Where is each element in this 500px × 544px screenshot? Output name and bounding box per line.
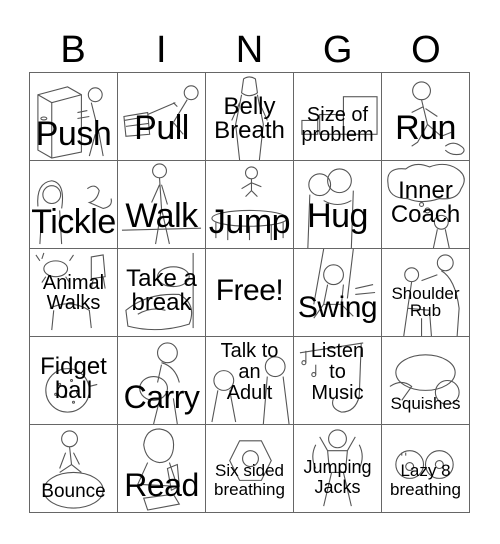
bingo-cell-tickle[interactable]: Tickle xyxy=(30,161,118,249)
cell-label: Walk xyxy=(125,197,198,235)
cell-label: Take a break xyxy=(126,265,197,316)
free-space-label: Free! xyxy=(215,274,284,307)
bingo-cell-listen-to-music[interactable]: Listen to Music xyxy=(294,337,382,425)
cell-label: Pull xyxy=(134,109,189,147)
bingo-cell-six-sided-breathing[interactable]: Six sided breathing xyxy=(206,425,294,513)
bingo-cell-fidget-ball[interactable]: Fidget ball xyxy=(30,337,118,425)
cell-label: Read xyxy=(124,467,199,503)
bingo-cell-belly-breath[interactable]: Belly Breath xyxy=(206,73,294,161)
header-letter-i: I xyxy=(156,29,167,71)
bingo-cell-squishes[interactable]: Squishes xyxy=(382,337,470,425)
cell-label: Fidget ball xyxy=(40,353,107,404)
header-letter-g: G xyxy=(322,29,353,71)
bingo-cell-shoulder-rub[interactable]: Shoulder Rub xyxy=(382,249,470,337)
bingo-cell-walk[interactable]: Walk xyxy=(118,161,206,249)
bingo-cell-carry[interactable]: Carry xyxy=(118,337,206,425)
header-letter-o: O xyxy=(411,29,441,71)
bingo-cell-size-of-problem[interactable]: Size of problem xyxy=(294,73,382,161)
cell-label: Push xyxy=(35,115,112,153)
bingo-header: B I N G O xyxy=(29,28,470,72)
cell-label: Belly Breath xyxy=(214,93,285,144)
cell-label: Swing xyxy=(297,291,378,324)
bingo-cell-inner-coach[interactable]: Inner Coach xyxy=(382,161,470,249)
cell-label: Run xyxy=(395,109,456,147)
bingo-cell-pull[interactable]: Pull xyxy=(118,73,206,161)
cell-label: Shoulder Rub xyxy=(391,284,460,320)
cell-label: Carry xyxy=(123,379,200,415)
cell-label: Six sided breathing xyxy=(214,461,285,499)
cell-label: Lazy 8 breathing xyxy=(390,461,461,499)
cell-label: Inner Coach xyxy=(390,177,461,228)
bingo-cell-hug[interactable]: Hug xyxy=(294,161,382,249)
cell-label: Animal Walks xyxy=(42,272,105,314)
header-letter-n: N xyxy=(235,29,264,71)
header-letter-b: B xyxy=(60,29,86,71)
cell-label: Bounce xyxy=(41,481,106,502)
bingo-cell-animal-walks[interactable]: Animal Walks xyxy=(30,249,118,337)
cell-label: Talk to an Adult xyxy=(220,340,279,404)
bingo-cell-jump[interactable]: Jump xyxy=(206,161,294,249)
cell-label: Tickle xyxy=(31,203,116,241)
bingo-cell-swing[interactable]: Swing xyxy=(294,249,382,337)
bingo-cell-push[interactable]: Push xyxy=(30,73,118,161)
bingo-cell-run[interactable]: Run xyxy=(382,73,470,161)
bingo-cell-jumping-jacks[interactable]: Jumping Jacks xyxy=(294,425,382,513)
bingo-cell-lazy-8-breathing[interactable]: Lazy 8 breathing xyxy=(382,425,470,513)
bingo-cell-free[interactable]: Free! xyxy=(206,249,294,337)
cell-label: Jump xyxy=(208,203,291,241)
cell-label: Size of problem xyxy=(301,104,374,146)
bingo-cell-bounce[interactable]: Bounce xyxy=(30,425,118,513)
cell-label: Jumping Jacks xyxy=(303,457,372,497)
bingo-grid: Push Pull Belly Breath Size of problem R… xyxy=(29,72,470,513)
bingo-cell-take-a-break[interactable]: Take a break xyxy=(118,249,206,337)
bingo-cell-read[interactable]: Read xyxy=(118,425,206,513)
cell-label: Hug xyxy=(307,197,368,235)
cell-label: Squishes xyxy=(390,394,461,413)
bingo-cell-talk-to-an-adult[interactable]: Talk to an Adult xyxy=(206,337,294,425)
cell-label: Listen to Music xyxy=(310,340,365,404)
